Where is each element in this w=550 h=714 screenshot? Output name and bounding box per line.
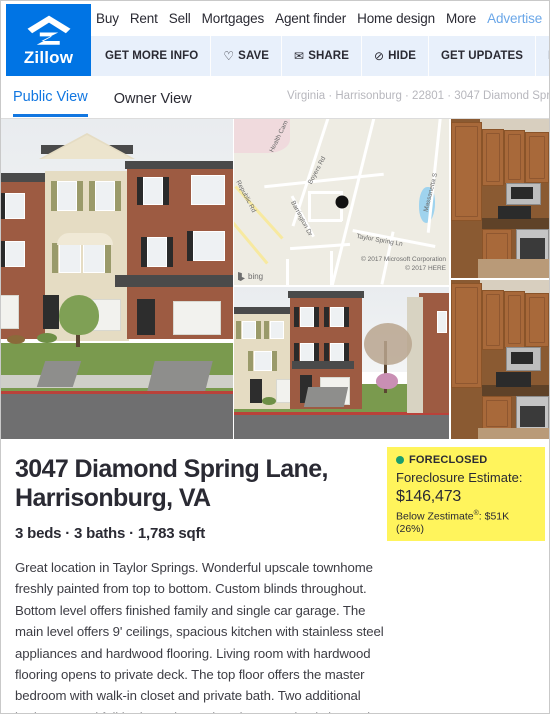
nav-advertise[interactable]: Advertise (487, 11, 542, 26)
get-more-info-label: GET MORE INFO (105, 50, 199, 62)
get-updates-button[interactable]: GET UPDATES (429, 36, 537, 76)
nav-home-design[interactable]: Home design (357, 11, 435, 26)
hide-button[interactable]: ⊘ HIDE (362, 36, 430, 76)
nav-mortgages[interactable]: Mortgages (202, 11, 265, 26)
listing-action-bar: GET MORE INFO ♡ SAVE ✉ SHARE ⊘ HIDE GET … (91, 36, 549, 76)
zillow-logo-text: Zillow (23, 48, 74, 67)
site-header: Zillow Buy Rent Sell Mortgages Agent fin… (1, 1, 549, 79)
tab-public-view[interactable]: Public View (13, 89, 88, 117)
envelope-icon: ✉ (294, 49, 305, 63)
gallery-photo-3[interactable] (449, 119, 549, 278)
gallery-main-photo[interactable] (1, 119, 233, 439)
photo-gallery: Health Cam Boyers Rd Republic Rd Barring… (1, 119, 549, 439)
status-badge: FORECLOSED (396, 454, 537, 466)
gallery-middle-column: Health Cam Boyers Rd Republic Rd Barring… (233, 119, 449, 439)
heart-icon: ♡ (223, 49, 235, 63)
gallery-right-column (449, 119, 549, 439)
hide-label: HIDE (388, 50, 417, 62)
foreclosure-estimate-box[interactable]: FORECLOSED Foreclosure Estimate: $146,47… (387, 447, 545, 541)
kitchen-image-2 (451, 280, 549, 439)
share-label: SHARE (308, 50, 349, 62)
townhouse-exterior-image (1, 119, 233, 439)
get-more-info-button[interactable]: GET MORE INFO (91, 36, 212, 76)
get-updates-label: GET UPDATES (441, 50, 524, 62)
map-location-marker (335, 195, 348, 209)
nav-rent[interactable]: Rent (130, 11, 158, 26)
more-label: MORE (548, 50, 549, 62)
zillow-listing-page: Zillow Buy Rent Sell Mortgages Agent fin… (0, 0, 550, 714)
nav-agent-finder[interactable]: Agent finder (275, 11, 346, 26)
top-navigation: Buy Rent Sell Mortgages Agent finder Hom… (96, 1, 549, 36)
map-attribution-line2: © 2017 HERE (405, 265, 446, 273)
zillow-house-icon (27, 15, 70, 45)
listing-details: 3047 Diamond Spring Lane, Harrisonburg, … (1, 439, 549, 713)
below-zestimate-text: Below Zestimate®: $51K (26%) (396, 510, 537, 535)
tab-owner-view[interactable]: Owner View (114, 91, 192, 116)
townhouse-side-image (234, 287, 449, 439)
estimate-value: $146,473 (396, 488, 462, 506)
bing-logo-text: bing (248, 272, 264, 281)
view-subnav: Public View Owner View Virginia · Harris… (1, 79, 549, 119)
nav-sell[interactable]: Sell (169, 11, 191, 26)
save-button[interactable]: ♡ SAVE (211, 36, 283, 76)
save-label: SAVE (238, 50, 270, 62)
share-button[interactable]: ✉ SHARE (282, 36, 362, 76)
below-zestimate-label: Below Zestimate (396, 510, 474, 523)
more-menu-button[interactable]: MORE (536, 36, 549, 76)
breadcrumb[interactable]: Virginia · Harrisonburg · 22801 · 3047 D… (287, 90, 549, 102)
page-title: 3047 Diamond Spring Lane, Harrisonburg, … (15, 455, 385, 512)
bing-icon (238, 272, 245, 281)
address-line-1: 3047 Diamond Spring Lane, (15, 455, 328, 483)
estimate-label: Foreclosure Estimate: (396, 470, 523, 485)
gallery-map[interactable]: Health Cam Boyers Rd Republic Rd Barring… (233, 119, 449, 285)
kitchen-image-1 (451, 119, 549, 278)
hide-icon: ⊘ (373, 49, 385, 63)
bing-logo[interactable]: bing (238, 272, 263, 281)
zillow-logo[interactable]: Zillow (6, 4, 91, 76)
map-canvas: Health Cam Boyers Rd Republic Rd Barring… (234, 119, 449, 285)
status-badge-label: FORECLOSED (409, 454, 488, 466)
map-attribution: © 2017 Microsoft Corporation © 2017 HERE (361, 256, 446, 274)
nav-buy[interactable]: Buy (96, 11, 119, 26)
status-dot-icon (396, 456, 404, 464)
gallery-photo-2[interactable] (233, 285, 449, 439)
map-label-republic-rd: Republic Rd (234, 179, 258, 214)
map-attribution-line1: © 2017 Microsoft Corporation (361, 256, 446, 264)
property-description: Great location in Taylor Springs. Wonder… (15, 560, 384, 713)
gallery-photo-4[interactable] (449, 278, 549, 439)
address-line-2: Harrisonburg, VA (15, 483, 211, 512)
nav-more[interactable]: More (446, 11, 476, 26)
